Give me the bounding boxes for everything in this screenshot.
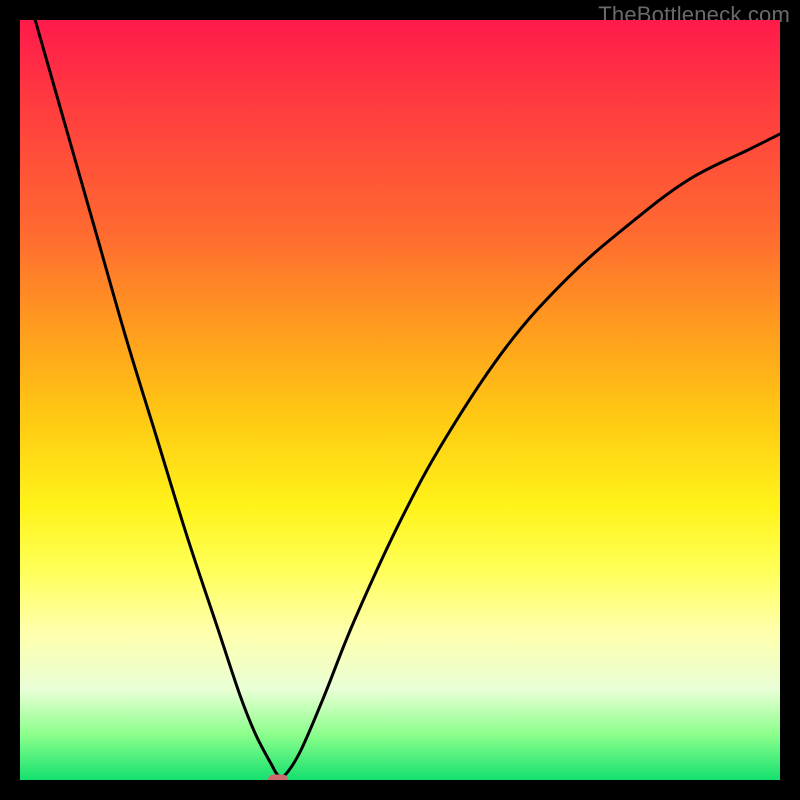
curve-svg: [20, 20, 780, 780]
bottleneck-marker: [268, 775, 288, 781]
plot-area: [20, 20, 780, 780]
bottleneck-curve: [35, 20, 780, 777]
